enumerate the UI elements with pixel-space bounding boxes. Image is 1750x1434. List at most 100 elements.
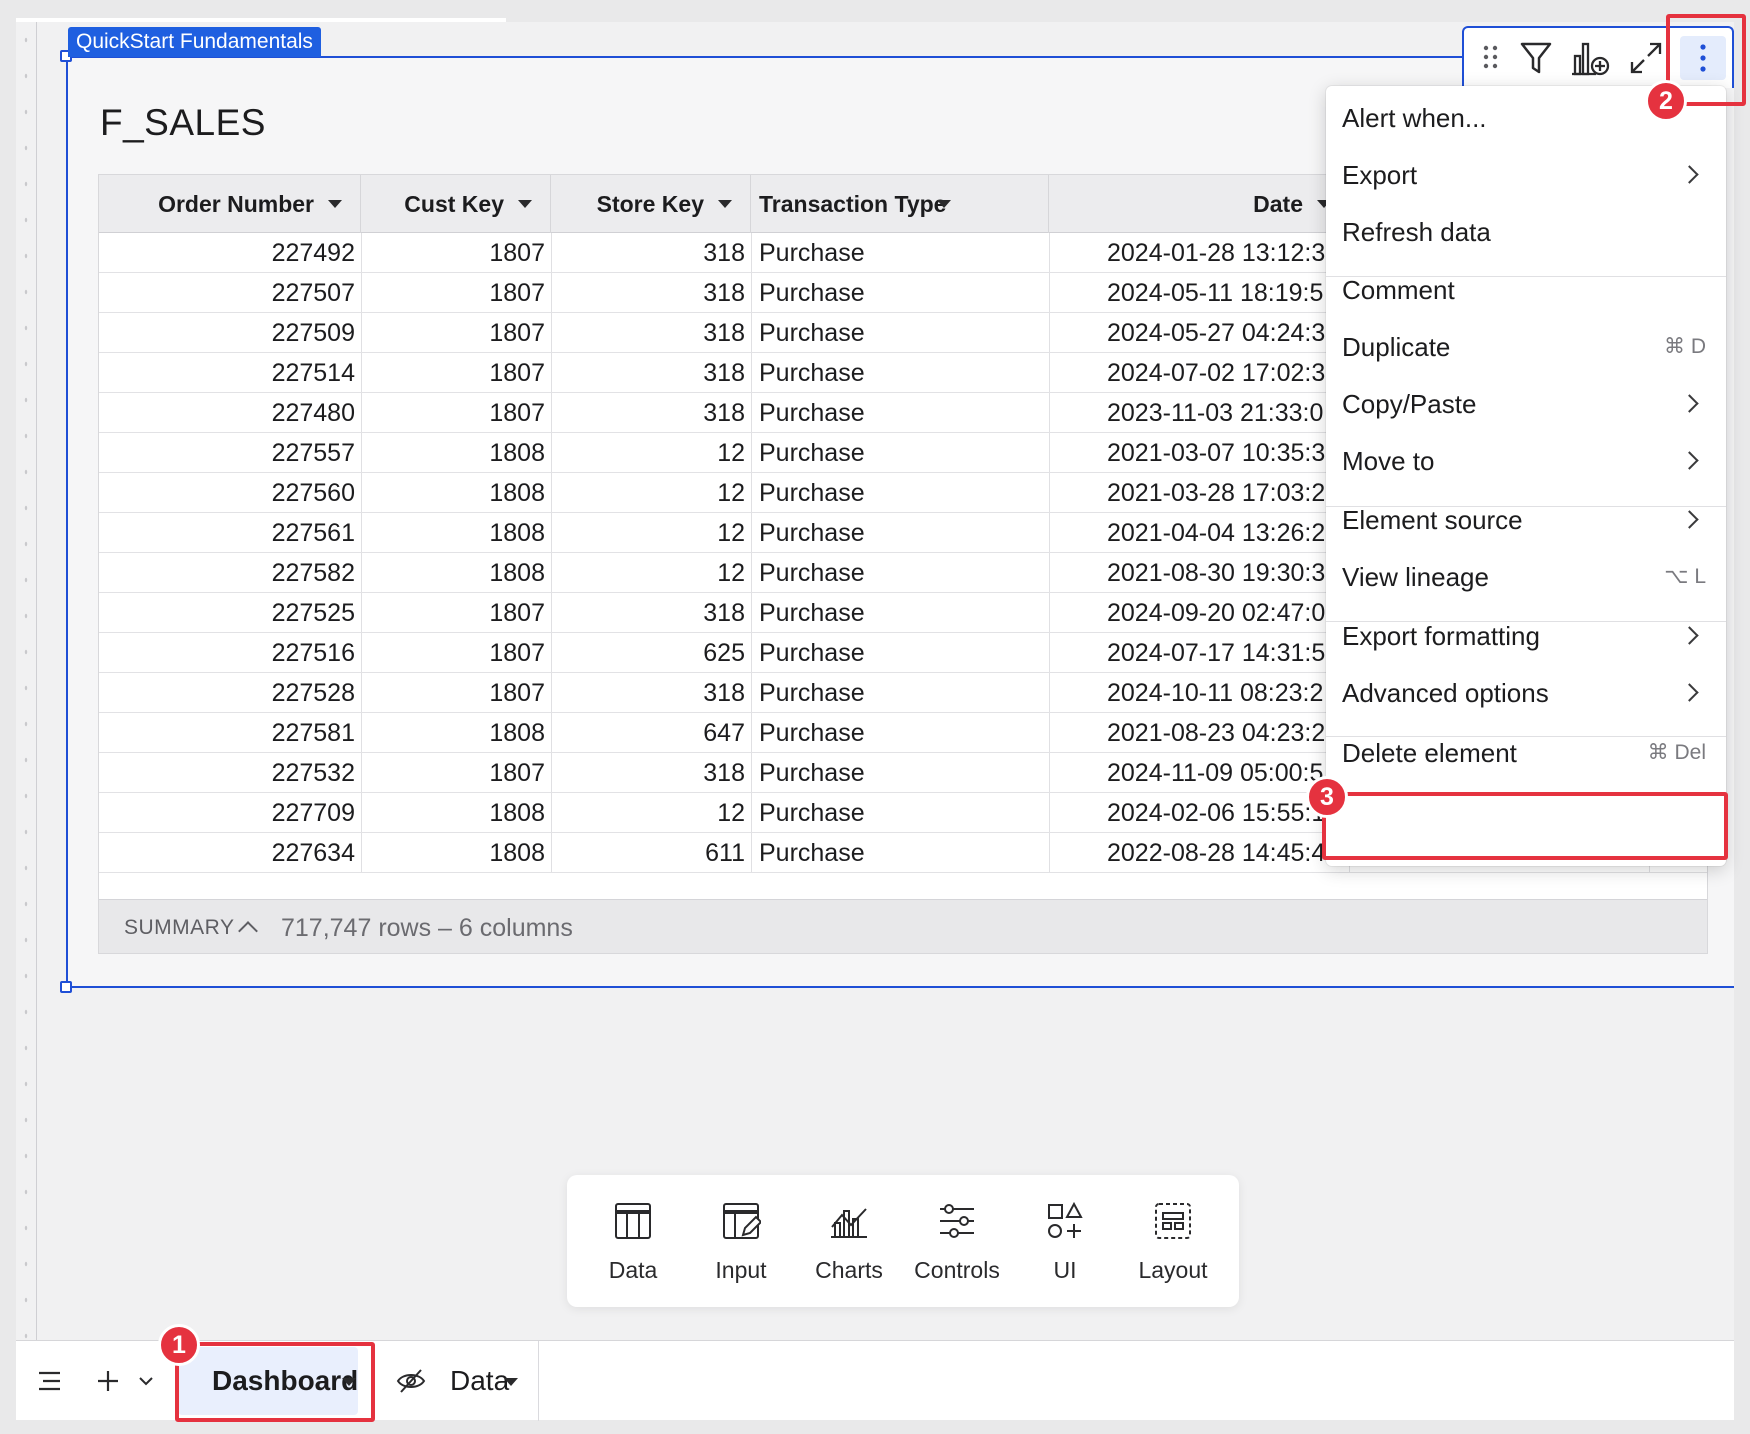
chevron-down-icon[interactable] bbox=[136, 1371, 156, 1391]
table-cell[interactable]: 2021-03-07 10:35:3 bbox=[1049, 433, 1343, 473]
table-cell[interactable]: 227581 bbox=[99, 713, 355, 753]
table-cell[interactable]: Purchase bbox=[759, 593, 1045, 633]
table-cell[interactable]: 1808 bbox=[361, 513, 545, 553]
resize-handle-bottom-left[interactable] bbox=[60, 981, 72, 993]
table-cell[interactable]: Purchase bbox=[759, 473, 1045, 513]
table-cell[interactable]: 227709 bbox=[99, 793, 355, 833]
table-cell[interactable]: 227528 bbox=[99, 673, 355, 713]
table-cell[interactable]: 12 bbox=[551, 793, 745, 833]
menu-item-export-formatting[interactable]: Export formatting bbox=[1326, 606, 1726, 666]
table-cell[interactable]: 647 bbox=[551, 713, 745, 753]
table-cell[interactable]: 318 bbox=[551, 673, 745, 713]
table-cell[interactable]: 318 bbox=[551, 233, 745, 273]
tab-data-caret-icon[interactable] bbox=[504, 1378, 518, 1386]
table-cell[interactable]: 2024-01-28 13:12:3 bbox=[1049, 233, 1343, 273]
table-cell[interactable]: Purchase bbox=[759, 433, 1045, 473]
palette-item-controls[interactable]: Controls bbox=[903, 1175, 1011, 1307]
table-cell[interactable]: 12 bbox=[551, 553, 745, 593]
expand-icon[interactable] bbox=[1624, 36, 1668, 80]
table-cell[interactable]: Purchase bbox=[759, 673, 1045, 713]
table-cell[interactable]: Purchase bbox=[759, 353, 1045, 393]
table-cell[interactable]: Purchase bbox=[759, 393, 1045, 433]
table-cell[interactable]: Purchase bbox=[759, 513, 1045, 553]
palette-item-layout[interactable]: Layout bbox=[1119, 1175, 1227, 1307]
menu-item-advanced-options[interactable]: Advanced options bbox=[1326, 663, 1726, 723]
table-cell[interactable]: 1807 bbox=[361, 313, 545, 353]
element-container-tag[interactable]: QuickStart Fundamentals bbox=[68, 27, 321, 57]
table-cell[interactable]: 227557 bbox=[99, 433, 355, 473]
palette-item-ui[interactable]: UI bbox=[1011, 1175, 1119, 1307]
table-cell[interactable]: 318 bbox=[551, 313, 745, 353]
column-header-transaction-type[interactable]: Transaction Type bbox=[751, 175, 1049, 233]
table-cell[interactable]: 2024-05-11 18:19:5 bbox=[1049, 273, 1343, 313]
table-cell[interactable]: Purchase bbox=[759, 833, 1045, 873]
table-cell[interactable]: 227516 bbox=[99, 633, 355, 673]
table-cell[interactable]: 1807 bbox=[361, 633, 545, 673]
table-cell[interactable]: 318 bbox=[551, 393, 745, 433]
menu-item-refresh-data[interactable]: Refresh data bbox=[1326, 202, 1726, 262]
menu-item-duplicate[interactable]: Duplicate ⌘ D bbox=[1326, 317, 1726, 377]
table-cell[interactable]: 611 bbox=[551, 833, 745, 873]
table-cell[interactable]: 318 bbox=[551, 273, 745, 313]
table-cell[interactable]: 2021-08-30 19:30:3 bbox=[1049, 553, 1343, 593]
column-menu-caret-icon[interactable] bbox=[328, 200, 342, 208]
table-cell[interactable]: 2021-03-28 17:03:2 bbox=[1049, 473, 1343, 513]
table-cell[interactable]: 227480 bbox=[99, 393, 355, 433]
table-cell[interactable]: Purchase bbox=[759, 313, 1045, 353]
table-cell[interactable]: 2024-07-02 17:02:3 bbox=[1049, 353, 1343, 393]
table-cell[interactable]: 2024-09-20 02:47:0 bbox=[1049, 593, 1343, 633]
table-cell[interactable]: 2023-11-03 21:33:0 bbox=[1049, 393, 1343, 433]
table-cell[interactable]: 227514 bbox=[99, 353, 355, 393]
column-header-order-number[interactable]: Order Number bbox=[99, 175, 361, 233]
table-cell[interactable]: 2024-05-27 04:24:3 bbox=[1049, 313, 1343, 353]
table-summary-bar[interactable]: SUMMARY 717,747 rows – 6 columns bbox=[99, 899, 1707, 953]
table-cell[interactable]: 318 bbox=[551, 593, 745, 633]
table-cell[interactable]: 227525 bbox=[99, 593, 355, 633]
table-cell[interactable]: Purchase bbox=[759, 713, 1045, 753]
column-menu-caret-icon[interactable] bbox=[518, 200, 532, 208]
table-cell[interactable]: 1808 bbox=[361, 833, 545, 873]
table-cell[interactable]: 1807 bbox=[361, 273, 545, 313]
table-cell[interactable]: 1808 bbox=[361, 793, 545, 833]
table-cell[interactable]: Purchase bbox=[759, 633, 1045, 673]
table-cell[interactable]: Purchase bbox=[759, 553, 1045, 593]
column-menu-caret-icon[interactable] bbox=[718, 200, 732, 208]
pages-list-icon[interactable] bbox=[36, 1367, 64, 1395]
table-cell[interactable]: 1807 bbox=[361, 353, 545, 393]
table-cell[interactable]: 2022-08-28 14:45:4 bbox=[1049, 833, 1343, 873]
table-cell[interactable]: Purchase bbox=[759, 273, 1045, 313]
table-cell[interactable]: 318 bbox=[551, 753, 745, 793]
column-menu-caret-icon[interactable] bbox=[937, 200, 951, 208]
table-cell[interactable]: 1808 bbox=[361, 473, 545, 513]
menu-item-copy-paste[interactable]: Copy/Paste bbox=[1326, 374, 1726, 434]
element-title[interactable]: F_SALES bbox=[100, 102, 266, 144]
table-cell[interactable]: 227532 bbox=[99, 753, 355, 793]
palette-item-data[interactable]: Data bbox=[579, 1175, 687, 1307]
table-cell[interactable]: 12 bbox=[551, 473, 745, 513]
menu-item-view-lineage[interactable]: View lineage ⌥ L bbox=[1326, 547, 1726, 607]
table-cell[interactable]: 227509 bbox=[99, 313, 355, 353]
table-cell[interactable]: 2024-11-09 05:00:5 bbox=[1049, 753, 1343, 793]
menu-item-move-to[interactable]: Move to bbox=[1326, 431, 1726, 491]
table-cell[interactable]: Purchase bbox=[759, 233, 1045, 273]
table-cell[interactable]: 227560 bbox=[99, 473, 355, 513]
table-cell[interactable]: 2024-02-06 15:55:1 bbox=[1049, 793, 1343, 833]
table-cell[interactable]: 227561 bbox=[99, 513, 355, 553]
table-cell[interactable]: 1807 bbox=[361, 673, 545, 713]
filter-icon[interactable] bbox=[1514, 36, 1558, 80]
table-cell[interactable]: 1807 bbox=[361, 233, 545, 273]
tab-data-label[interactable]: Data bbox=[450, 1341, 509, 1421]
table-cell[interactable]: 1808 bbox=[361, 553, 545, 593]
table-cell[interactable]: 227634 bbox=[99, 833, 355, 873]
table-cell[interactable]: 1807 bbox=[361, 593, 545, 633]
column-header-date[interactable]: Date bbox=[1049, 175, 1349, 233]
table-cell[interactable]: 12 bbox=[551, 433, 745, 473]
palette-item-input[interactable]: Input bbox=[687, 1175, 795, 1307]
chevron-up-icon[interactable] bbox=[238, 921, 258, 941]
table-cell[interactable]: 2024-07-17 14:31:5 bbox=[1049, 633, 1343, 673]
column-header-store-key[interactable]: Store Key bbox=[551, 175, 751, 233]
table-cell[interactable]: 227582 bbox=[99, 553, 355, 593]
table-cell[interactable]: 2024-10-11 08:23:2 bbox=[1049, 673, 1343, 713]
table-cell[interactable]: 1808 bbox=[361, 433, 545, 473]
table-cell[interactable]: 318 bbox=[551, 353, 745, 393]
